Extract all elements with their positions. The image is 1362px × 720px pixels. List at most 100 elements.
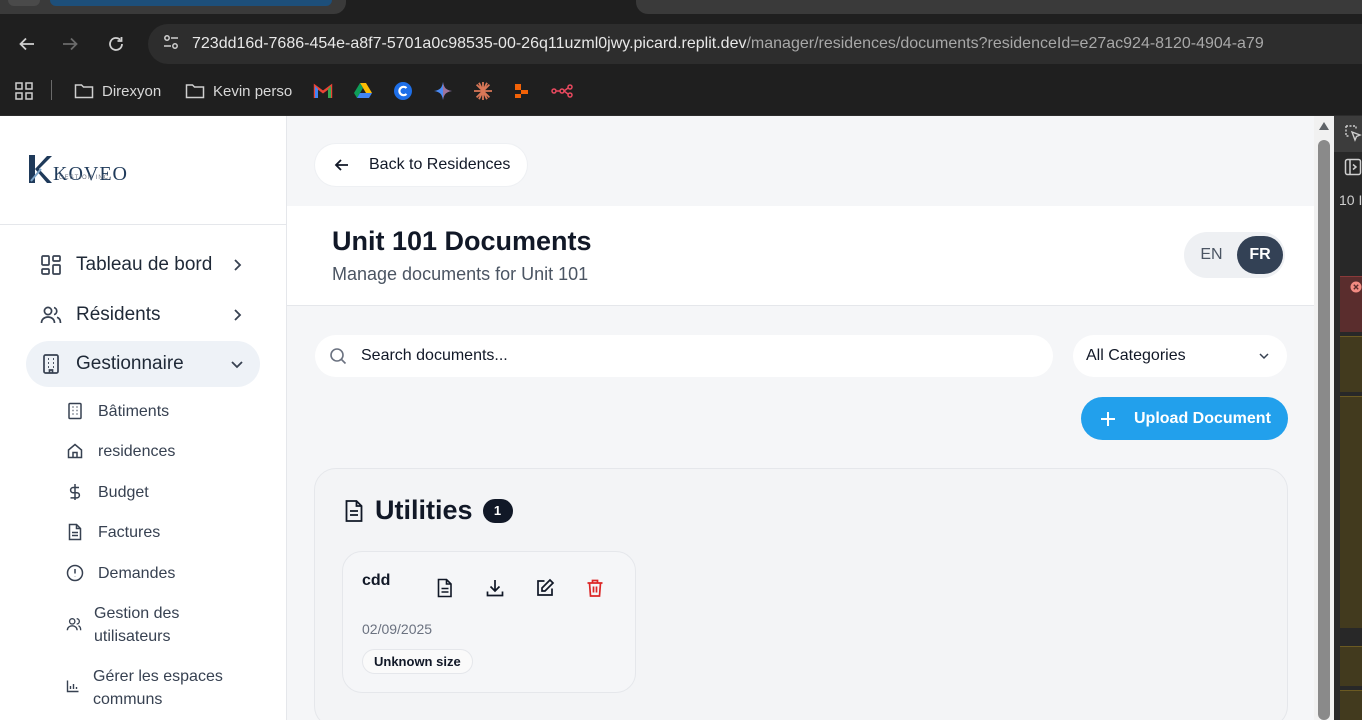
- folder-icon: [185, 84, 205, 99]
- sidebar-item-label: Gestionnaire: [76, 353, 184, 374]
- chevron-right-icon: [234, 309, 242, 321]
- bookmark-direxyon[interactable]: Direxyon: [74, 80, 161, 102]
- devtools-panel: 10 I: [1334, 116, 1362, 720]
- sidebar-item-gestion-des-utilisateurs[interactable]: Gestion des utilisateurs: [66, 602, 179, 648]
- address-bar[interactable]: 723dd16d-7686-454e-a8f7-5701a0c98535-00-…: [148, 24, 1362, 64]
- sidebar-item-factures[interactable]: Factures: [66, 521, 160, 544]
- claude-sunburst-icon[interactable]: [473, 80, 493, 102]
- panel-toggle-icon[interactable]: [1344, 158, 1362, 176]
- search-bar: [315, 335, 1053, 377]
- sidebar-item-label: Résidents: [76, 304, 161, 325]
- chevron-down-icon: [231, 361, 243, 369]
- folder-icon: [74, 84, 94, 99]
- gemini-star-icon[interactable]: [433, 80, 453, 102]
- lang-fr-button[interactable]: FR: [1237, 236, 1283, 274]
- sidebar-item-label: Gérer les espaces communs: [93, 668, 223, 708]
- building-icon: [68, 402, 82, 420]
- bookmarks-bar: Direxyon Kevin perso: [0, 66, 1362, 116]
- browser-tab[interactable]: [636, 0, 1362, 14]
- inspect-element-icon[interactable]: [1344, 124, 1362, 142]
- sidebar-item-residents[interactable]: Résidents: [26, 292, 260, 338]
- apps-grid-icon[interactable]: [14, 80, 34, 102]
- language-toggle: EN FR: [1184, 232, 1285, 278]
- building-icon: [43, 354, 59, 374]
- sidebar-item-residences[interactable]: residences: [66, 440, 175, 463]
- orange-app-icon[interactable]: [513, 80, 531, 102]
- main-content: Back to Residences Unit 101 Documents Ma…: [287, 116, 1314, 720]
- bookmark-kevin-perso[interactable]: Kevin perso: [185, 80, 292, 102]
- users-icon: [40, 306, 62, 324]
- browser-tab[interactable]: [0, 0, 346, 14]
- category-header: Utilities 1: [343, 495, 513, 526]
- document-name: cdd: [362, 572, 391, 589]
- document-card[interactable]: cdd 02/09/2025 Unknown size: [342, 551, 636, 693]
- devtools-warning-row: [1340, 396, 1362, 628]
- chart-icon: [66, 680, 79, 693]
- search-input[interactable]: [361, 347, 1001, 365]
- c-app-icon[interactable]: [393, 80, 413, 102]
- sidebar-item-label: Demandes: [98, 565, 176, 582]
- sidebar-item-label: Budget: [98, 484, 149, 501]
- workflow-icon[interactable]: [551, 80, 573, 102]
- users-icon: [66, 618, 82, 631]
- view-document-button[interactable]: [433, 576, 457, 600]
- google-drive-icon[interactable]: [353, 80, 373, 102]
- url-host: 723dd16d-7686-454e-a8f7-5701a0c98535-00-…: [192, 35, 747, 52]
- lang-en-button[interactable]: EN: [1188, 236, 1235, 274]
- sidebar: KOVEO GESTION INC. Tableau de bord Résid…: [0, 116, 287, 720]
- devtools-warning-row: [1340, 690, 1362, 720]
- page-title: Unit 101 Documents: [332, 226, 592, 256]
- tab-favicon-area: [8, 0, 40, 6]
- devtools-warning-row: [1340, 336, 1362, 392]
- sidebar-item-label: Tableau de bord: [76, 254, 213, 275]
- download-icon: [486, 580, 504, 597]
- sidebar-item-gestionnaire[interactable]: Gestionnaire: [26, 341, 260, 387]
- category-count-badge: 1: [482, 498, 513, 523]
- sidebar-item-demandes[interactable]: Demandes: [66, 562, 175, 585]
- arrow-left-icon: [334, 159, 348, 171]
- chevron-right-icon: [234, 259, 242, 271]
- sidebar-item-budget[interactable]: Budget: [66, 481, 149, 504]
- plus-icon: [1101, 411, 1115, 426]
- document-actions: [433, 576, 607, 600]
- forward-arrow-icon[interactable]: [56, 30, 84, 58]
- site-settings-icon[interactable]: [162, 33, 180, 56]
- sidebar-item-tableau-de-bord[interactable]: Tableau de bord: [26, 242, 260, 288]
- devtools-text: 10 I: [1339, 192, 1362, 208]
- back-to-residences-button[interactable]: Back to Residences: [315, 144, 528, 186]
- document-date: 02/09/2025: [362, 621, 433, 637]
- scroll-thumb[interactable]: [1318, 140, 1330, 720]
- chevron-down-icon: [1259, 353, 1269, 360]
- sidebar-item-batiments[interactable]: Bâtiments: [66, 400, 169, 423]
- edit-document-button[interactable]: [533, 576, 557, 600]
- devtools-toolbar: [1334, 116, 1362, 152]
- page-scrollbar[interactable]: [1314, 116, 1334, 720]
- edit-icon: [537, 578, 555, 596]
- document-category-section: Utilities 1 cdd 02/09/2025 Unknown size: [314, 468, 1288, 720]
- error-circle-icon: [1350, 281, 1362, 293]
- dollar-icon: [69, 484, 81, 500]
- download-document-button[interactable]: [483, 576, 507, 600]
- upload-document-button[interactable]: Upload Document: [1081, 397, 1288, 440]
- scroll-up-arrow-icon[interactable]: [1319, 122, 1329, 130]
- koveo-logo[interactable]: KOVEO GESTION INC.: [27, 154, 128, 184]
- bookmark-label: Direxyon: [102, 82, 162, 100]
- reload-icon[interactable]: [102, 30, 130, 58]
- sidebar-item-label: Gestion des utilisateurs: [94, 605, 180, 645]
- sidebar-divider: [0, 224, 287, 225]
- browser-toolbar: 723dd16d-7686-454e-a8f7-5701a0c98535-00-…: [0, 22, 1362, 66]
- page-header: Unit 101 Documents Manage documents for …: [287, 206, 1314, 306]
- sidebar-item-espaces-communs[interactable]: Gérer les espaces communs: [66, 665, 223, 711]
- gmail-icon[interactable]: [313, 80, 333, 102]
- delete-document-button[interactable]: [583, 576, 607, 600]
- sidebar-item-label: residences: [98, 443, 176, 460]
- category-filter-select[interactable]: All Categories: [1073, 335, 1287, 377]
- search-icon: [330, 348, 347, 365]
- home-icon: [67, 443, 83, 459]
- category-title: Utilities: [375, 495, 473, 525]
- file-text-icon: [437, 578, 452, 598]
- alert-circle-icon: [66, 564, 84, 582]
- bookmark-label: Kevin perso: [213, 82, 293, 100]
- back-arrow-icon[interactable]: [13, 30, 41, 58]
- bookmarks-separator: [51, 80, 52, 100]
